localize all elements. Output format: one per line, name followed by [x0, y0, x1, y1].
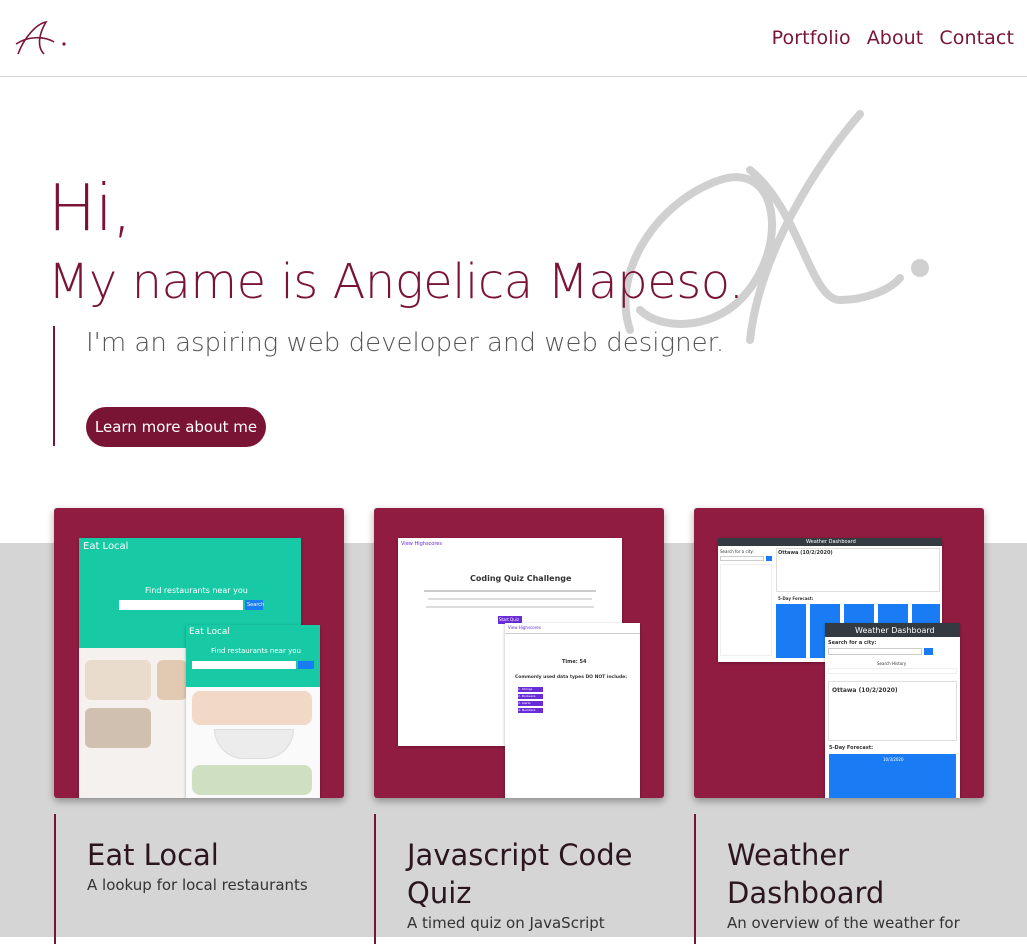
screenshot-mobile-link: View Highscores — [508, 625, 541, 630]
screenshot-timer: Time: 54 — [562, 659, 586, 665]
project-title: Javascript Code Quiz — [407, 836, 667, 912]
screenshot-answer: 4. Numbers — [518, 708, 543, 713]
screenshot-mobile-forecast: 5-Day Forecast: — [829, 745, 873, 751]
screenshot-answer: 3. Alerts — [518, 701, 543, 706]
screenshot-forecast-label: 5-Day Forecast: — [778, 596, 813, 601]
screenshot-heading: Find restaurants near you — [145, 586, 248, 595]
project-info-weather-dashboard: Weather Dashboard An overview of the wea… — [694, 814, 994, 944]
screenshot-button: Search — [245, 600, 263, 610]
hero-accent-bar — [53, 326, 55, 446]
screenshot-answer: 1. Strings — [518, 687, 543, 692]
screenshot-mobile-search: Search for a city: — [828, 640, 876, 646]
project-screenshot-mobile: View Highscores Time: 54 Commonly used d… — [505, 623, 640, 798]
screenshot-answer: 2. Booleans — [518, 694, 543, 699]
project-description: An overview of the weather for — [727, 914, 960, 932]
screenshot-search-label: Search for a city: — [720, 549, 754, 554]
screenshot-heading: Coding Quiz Challenge — [470, 574, 571, 583]
hero-tagline: I'm an aspiring web developer and web de… — [86, 328, 724, 358]
project-info-eat-local: Eat Local A lookup for local restaurants — [54, 814, 354, 944]
learn-more-button[interactable]: Learn more about me — [86, 407, 266, 447]
hero-name: My name is Angelica Mapeso. — [48, 254, 744, 310]
project-description: A lookup for local restaurants — [87, 876, 308, 894]
logo-icon[interactable] — [14, 18, 70, 60]
navbar: Portfolio About Contact — [0, 0, 1027, 77]
screenshot-mobile-header: Weather Dashboard — [855, 626, 935, 635]
project-screenshot-mobile: Weather Dashboard Search for a city: Sea… — [825, 623, 960, 798]
project-card-eat-local[interactable]: Eat Local Find restaurants near you Sear… — [54, 508, 344, 798]
project-card-code-quiz[interactable]: View Highscores Coding Quiz Challenge St… — [374, 508, 664, 798]
project-title: Eat Local — [87, 836, 347, 874]
screenshot-header: Weather Dashboard — [806, 539, 856, 545]
screenshot-mobile-header: Eat Local — [189, 627, 230, 637]
nav-links: Portfolio About Contact — [772, 27, 1014, 49]
screenshot-question: Commonly used data types DO NOT include: — [515, 675, 627, 680]
screenshot-link: View Highscores — [401, 541, 442, 547]
project-screenshot-mobile: Eat Local Find restaurants near you — [186, 625, 320, 798]
screenshot-forecast-date: 10/3/2020 — [883, 757, 904, 762]
project-card-weather-dashboard[interactable]: Weather Dashboard Search for a city: Ott… — [694, 508, 984, 798]
screenshot-mobile-city: Ottawa (10/2/2020) — [832, 687, 898, 694]
nav-link-contact[interactable]: Contact — [939, 27, 1014, 49]
hero-watermark-logo — [600, 100, 940, 350]
screenshot-header: Eat Local — [83, 541, 128, 552]
project-info-code-quiz: Javascript Code Quiz A timed quiz on Jav… — [374, 814, 674, 944]
hero-greeting: Hi, — [48, 172, 131, 246]
nav-link-portfolio[interactable]: Portfolio — [772, 27, 851, 49]
screenshot-mobile-heading: Find restaurants near you — [211, 647, 301, 655]
nav-link-about[interactable]: About — [867, 27, 924, 49]
project-description: A timed quiz on JavaScript — [407, 914, 605, 932]
project-title: Weather Dashboard — [727, 836, 987, 912]
screenshot-history: Search History — [877, 661, 906, 666]
